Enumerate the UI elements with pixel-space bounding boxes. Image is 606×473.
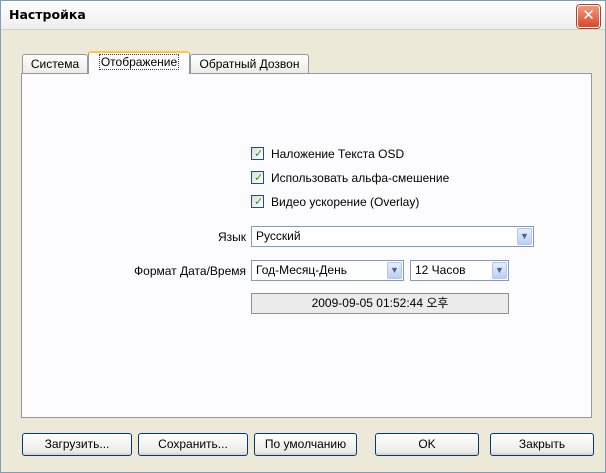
chevron-down-icon[interactable]: ▼ — [387, 262, 402, 279]
display-panel: ✓ Наложение Текста OSD ✓ Использовать ал… — [21, 73, 592, 418]
checkbox-checked-icon[interactable]: ✓ — [251, 171, 264, 184]
checkbox-checked-icon[interactable]: ✓ — [251, 147, 264, 160]
close-button[interactable]: Закрыть — [490, 433, 594, 456]
datetime-preview: 2009-09-05 01:52:44 오후 — [251, 293, 509, 314]
tab-system[interactable]: Система — [22, 54, 88, 73]
language-value: Русский — [256, 229, 301, 243]
osd-text-label: Наложение Текста OSD — [271, 147, 405, 161]
datetime-format-label: Формат Дата/Время — [134, 264, 246, 278]
date-format-select[interactable]: Год-Месяц-День ▼ — [251, 260, 404, 281]
chevron-down-icon[interactable]: ▼ — [517, 228, 532, 245]
time-format-value: 12 Часов — [415, 263, 466, 277]
title-bar[interactable]: Настройка ✕ — [1, 1, 605, 30]
chevron-down-icon[interactable]: ▼ — [492, 262, 507, 279]
tab-callback[interactable]: Обратный Дозвон — [190, 54, 309, 73]
close-icon[interactable]: ✕ — [577, 5, 600, 28]
tab-display[interactable]: Отображение — [88, 51, 190, 74]
alpha-blend-label: Использовать альфа-смешение — [271, 171, 450, 185]
default-button[interactable]: По умолчанию — [254, 433, 357, 456]
checkbox-checked-icon[interactable]: ✓ — [251, 195, 264, 208]
video-overlay-label: Видео ускорение (Overlay) — [271, 195, 420, 209]
date-format-value: Год-Месяц-День — [256, 263, 347, 277]
time-format-select[interactable]: 12 Часов ▼ — [410, 260, 509, 281]
window-title: Настройка — [9, 7, 86, 22]
language-select[interactable]: Русский ▼ — [251, 226, 534, 247]
tab-system-label: Система — [30, 57, 80, 71]
tab-display-label: Отображение — [98, 54, 180, 70]
tab-callback-label: Обратный Дозвон — [199, 57, 300, 71]
language-label: Язык — [217, 230, 246, 244]
ok-button[interactable]: OK — [375, 433, 479, 456]
save-button[interactable]: Сохранить... — [138, 433, 248, 456]
settings-dialog: Настройка ✕ Система Отображение Обратный… — [0, 0, 606, 473]
load-button[interactable]: Загрузить... — [22, 433, 132, 456]
